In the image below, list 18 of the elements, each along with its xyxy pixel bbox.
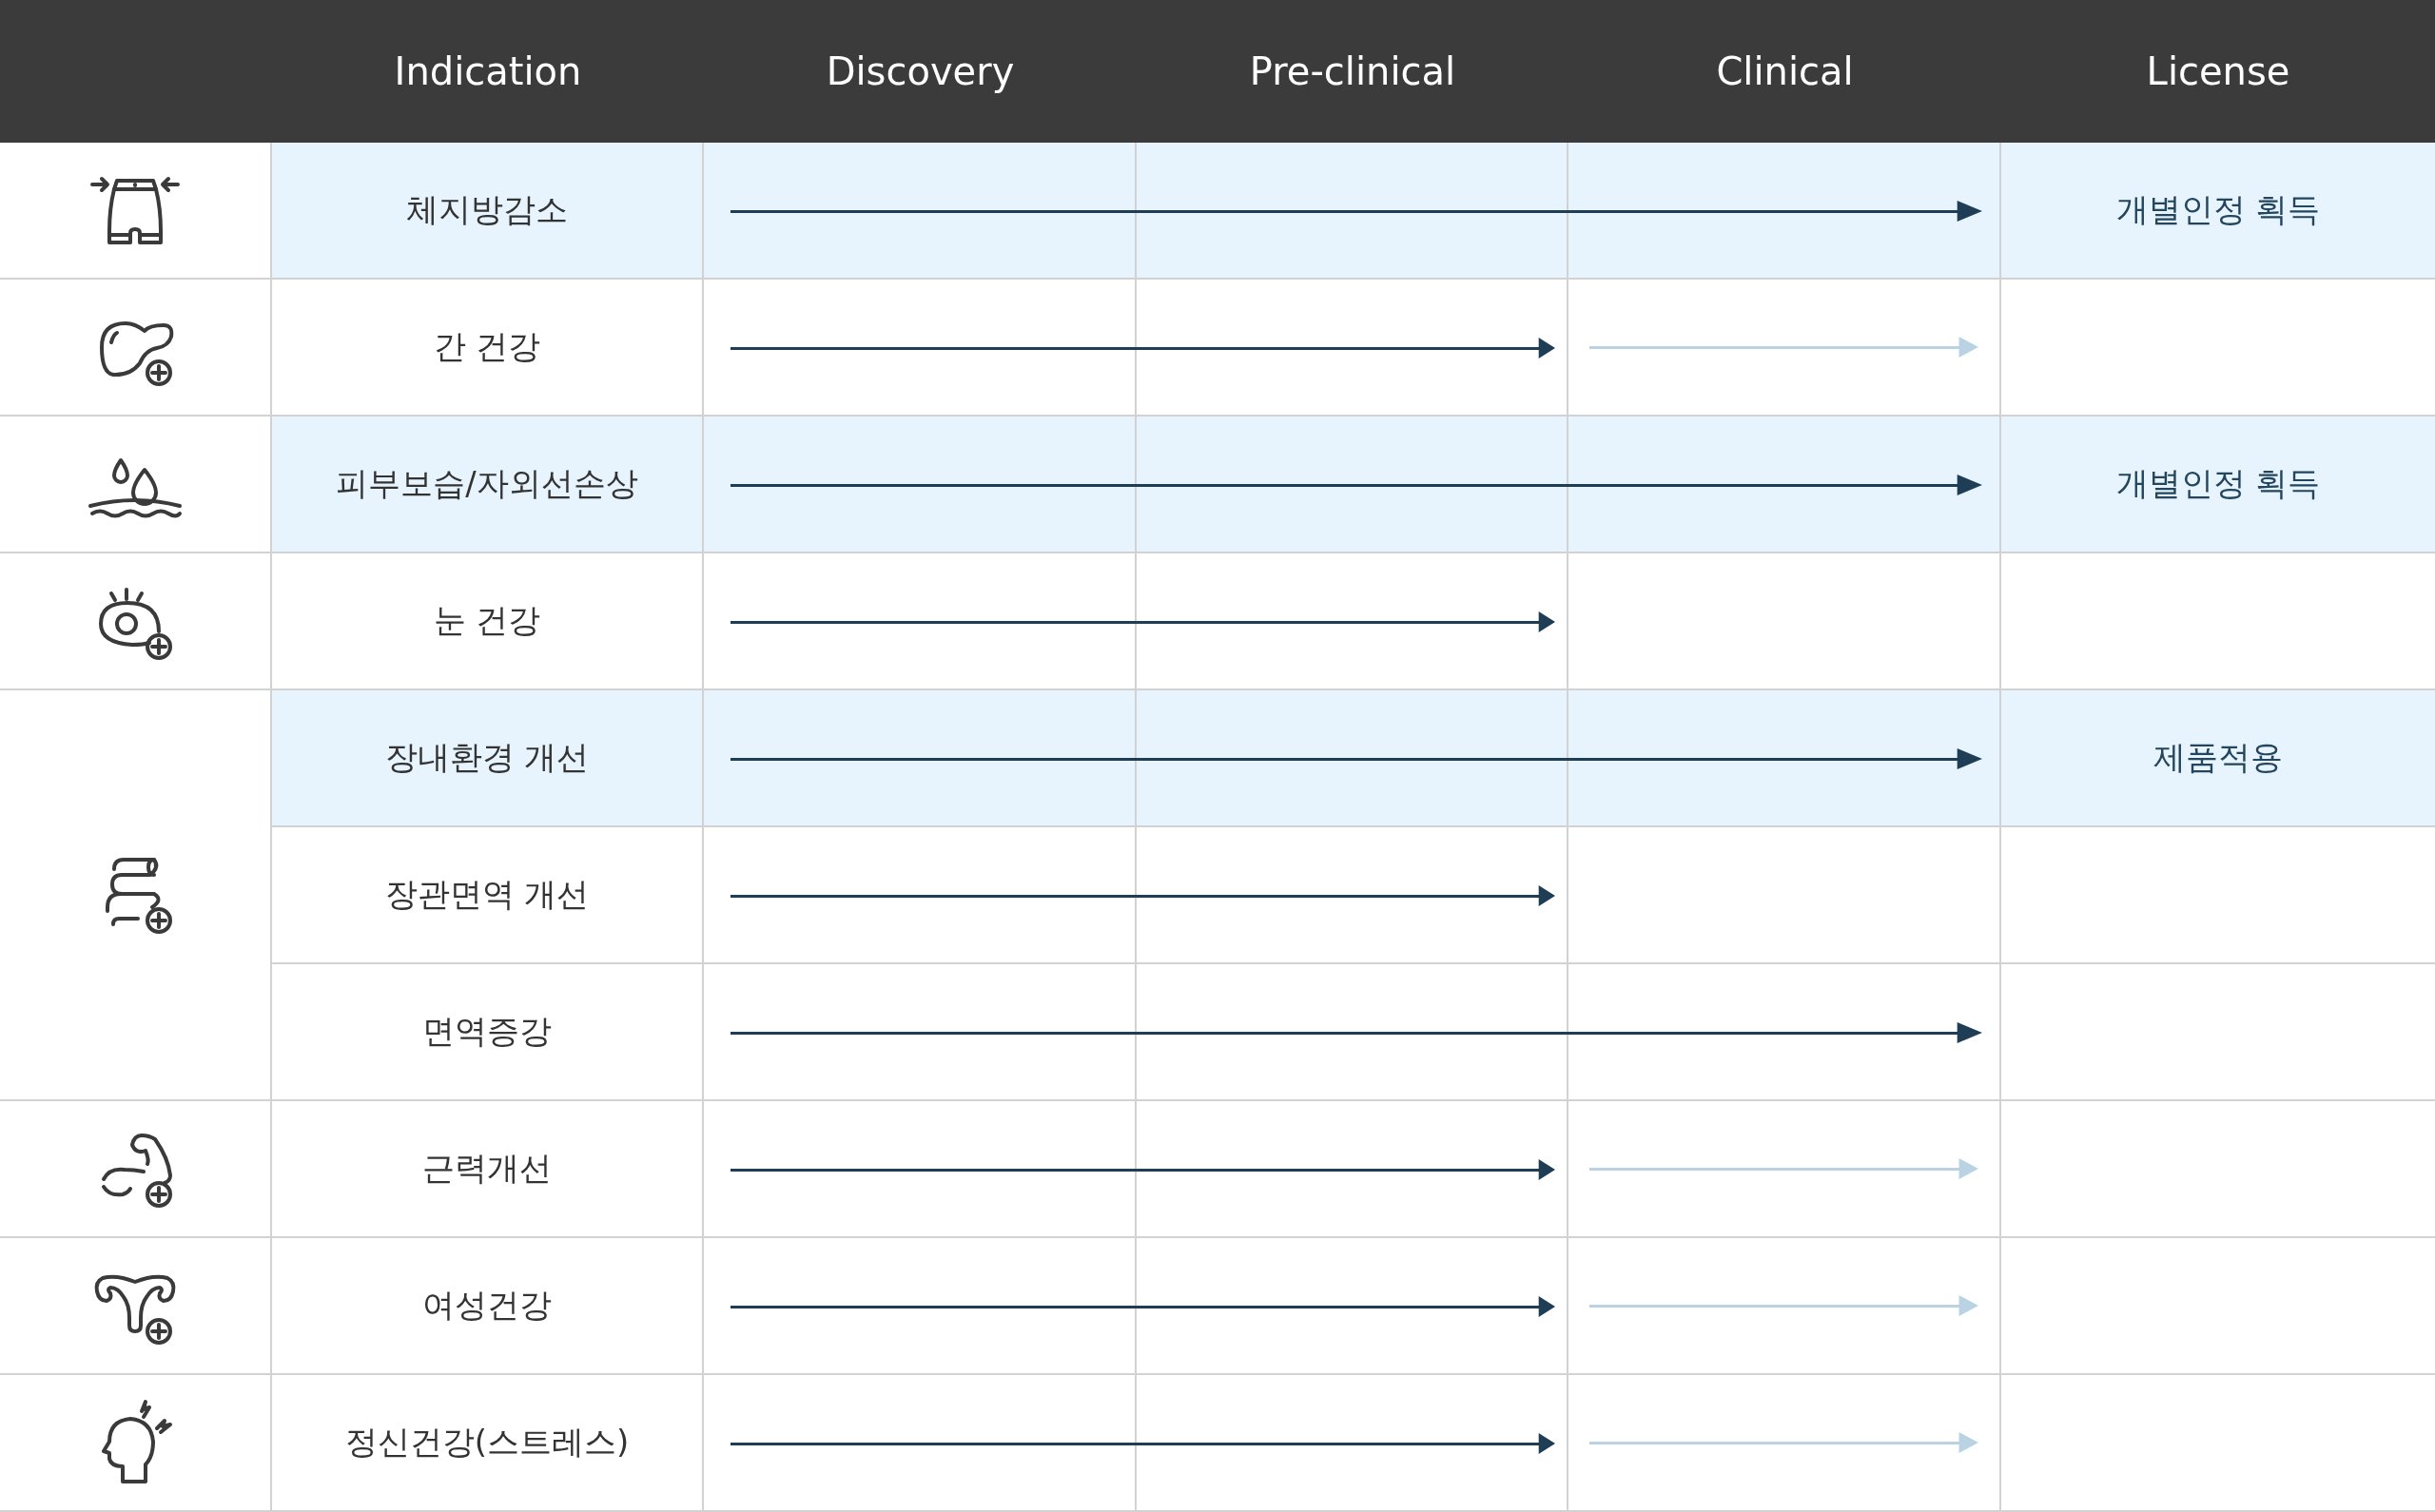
table-cell: 면역증강	[272, 964, 704, 1101]
column-header: Discovery	[704, 0, 1137, 143]
table-cell: 체지방감소	[272, 143, 704, 280]
table-cell: 여성건강	[272, 1238, 704, 1375]
table-cell: 피부보습/자외선손상	[272, 417, 704, 553]
column-header: Clinical	[1568, 0, 2001, 143]
column-header: License	[2001, 0, 2435, 143]
table-cell: 장내환경 개선	[272, 690, 704, 827]
table-cell: 근력개선	[272, 1101, 704, 1238]
column-header: Pre-clinical	[1137, 0, 1568, 143]
column-header: Indication	[272, 0, 704, 143]
table-cell: 간 건강	[272, 280, 704, 417]
table-cell: 눈 건강	[272, 553, 704, 690]
table-cell: 개별인정 획득	[2001, 143, 2435, 280]
table-cell: 장관면역 개선	[272, 827, 704, 964]
table-cell: 정신건강(스트레스)	[272, 1375, 704, 1512]
table-cell: 개별인정 획득	[2001, 417, 2435, 553]
table-cell: 제품적용	[2001, 690, 2435, 827]
